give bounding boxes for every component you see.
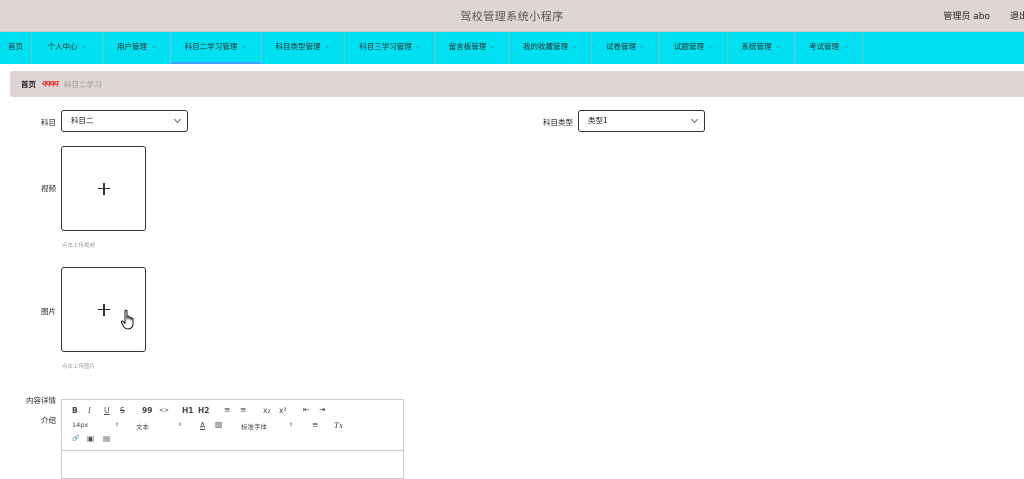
app-title: 驾校管理系统小程序 [460, 10, 564, 23]
breadcrumb: 首页 qqqq 科目二学习 [10, 71, 1024, 97]
logout-link[interactable]: 退出 [1010, 9, 1024, 22]
current-user: 管理员 abo [943, 12, 990, 22]
nav-item-users[interactable]: 用户管理 ⌄ [103, 32, 171, 64]
nav-label: 用户管理 [116, 42, 147, 51]
nav-label: 试卷管理 [605, 42, 636, 51]
background-color-button[interactable]: ▨ [215, 420, 222, 429]
chevron-down-icon: ⌄ [775, 43, 781, 50]
heading2-button[interactable]: H2 [198, 406, 210, 415]
chevron-down-icon: ⌄ [415, 43, 421, 50]
chevron-down-icon: ⌄ [150, 43, 157, 50]
breadcrumb-separator: qqqq [42, 79, 59, 87]
blockquote-button[interactable]: 99 [142, 406, 152, 415]
chevron-down-icon: ⌄ [842, 43, 849, 50]
breadcrumb-home[interactable]: 首页 [21, 79, 36, 90]
chevron-down-icon: ⌄ [241, 43, 247, 50]
top-header: 驾校管理系统小程序 管理员 abo 退出 [0, 0, 1024, 32]
nav-item-system[interactable]: 系统管理 ⌄ [728, 32, 795, 64]
bullet-list-button[interactable]: ≡ [240, 405, 246, 414]
chevron-down-icon: ⌄ [707, 43, 714, 50]
nav-label: 留言板管理 [448, 42, 487, 51]
subject-type-select[interactable]: 类型1 [578, 110, 705, 132]
detail-label: 内容详情 [26, 396, 56, 405]
text-format-value: 文本 [136, 423, 149, 431]
editor-content-area[interactable] [62, 452, 403, 478]
nav-item-home[interactable]: 首页 [0, 32, 32, 64]
nav-label: 系统管理 [741, 42, 772, 51]
nav-item-subject3[interactable]: 科目三学习管理 ⌄ [345, 32, 436, 64]
strike-button[interactable]: S [120, 406, 125, 415]
video-upload-hint: 点击上传视频 [62, 243, 96, 249]
hand-cursor-icon [120, 309, 134, 330]
chevron-updown-icon: ⇕ [178, 422, 183, 428]
nav-item-subject2[interactable]: 科目二学习管理 ⌄ [171, 32, 261, 64]
image-label: 图片 [41, 307, 56, 316]
detail-label-2: 介绍 [41, 416, 56, 425]
subject-type-select-value: 类型1 [588, 116, 608, 125]
nav-label: 科目二学习管理 [184, 42, 238, 51]
chevron-down-icon: ⌄ [81, 43, 87, 50]
plus-icon [103, 183, 105, 195]
nav-label: 科目类型管理 [275, 42, 321, 51]
subject-select-value: 科目二 [71, 116, 94, 125]
font-size-select[interactable]: 14px ⇕ [72, 421, 122, 429]
nav-label: 试题管理 [673, 42, 704, 51]
nav-label: 我的收藏管理 [522, 42, 568, 51]
video-button[interactable]: ▤ [103, 434, 110, 443]
image-button[interactable]: ▣ [87, 434, 94, 443]
underline-button[interactable]: U [104, 406, 110, 415]
italic-button[interactable]: I [88, 406, 91, 415]
nav-item-exams[interactable]: 考试管理 ⌄ [795, 32, 863, 64]
video-label: 视频 [41, 184, 56, 193]
align-button[interactable]: ≡ [312, 420, 318, 429]
chevron-down-icon: ⌄ [571, 43, 578, 50]
nav-item-papers[interactable]: 试卷管理 ⌄ [592, 32, 660, 64]
indent-button[interactable]: ⇥ [319, 405, 325, 414]
nav-item-questions[interactable]: 试题管理 ⌄ [660, 32, 728, 64]
video-upload[interactable] [61, 146, 146, 231]
nav-item-favorites[interactable]: 我的收藏管理 ⌄ [509, 32, 592, 64]
chevron-down-icon [690, 115, 699, 124]
chevron-updown-icon: ⇕ [289, 422, 294, 428]
code-button[interactable]: <> [159, 407, 169, 414]
nav-label: 个人中心 [47, 42, 78, 51]
subscript-button[interactable]: x₂ [263, 406, 270, 415]
text-format-select[interactable]: 文本 ⇕ [136, 421, 186, 431]
chevron-down-icon: ⌄ [490, 43, 496, 50]
chevron-updown-icon: ⇕ [115, 422, 120, 428]
nav-item-subject-type[interactable]: 科目类型管理 ⌄ [261, 32, 345, 64]
ordered-list-button[interactable]: ≡ [224, 405, 230, 414]
image-upload-hint: 点击上传图片 [62, 364, 96, 370]
nav-label: 考试管理 [808, 42, 839, 51]
clear-format-button[interactable]: Tx [334, 421, 343, 430]
link-button[interactable]: 🔗 [72, 435, 79, 442]
font-size-value: 14px [72, 421, 89, 429]
heading1-button[interactable]: H1 [182, 406, 194, 415]
chevron-down-icon [173, 115, 182, 124]
nav-label: 首页 [8, 42, 23, 51]
main-nav: 首页 个人中心 ⌄ 用户管理 ⌄ 科目二学习管理 ⌄ 科目类型管理 ⌄ 科目三学习管理 ⌄… [0, 32, 1024, 64]
plus-icon [103, 304, 105, 316]
rich-text-editor: B I U S 99 <> H1 H2 ≡ ≡ x₂ x² ⇤ ⇥ 14px ⇕… [61, 399, 404, 479]
font-family-select[interactable]: 标准字体 ⇕ [241, 421, 297, 431]
superscript-button[interactable]: x² [279, 406, 286, 415]
chevron-down-icon: ⌄ [639, 43, 646, 50]
nav-item-messages[interactable]: 留言板管理 ⌄ [436, 32, 509, 64]
chevron-down-icon: ⌄ [324, 43, 330, 50]
subject-select[interactable]: 科目二 [61, 110, 188, 132]
outdent-button[interactable]: ⇤ [303, 405, 309, 414]
font-color-button[interactable]: A [200, 421, 205, 430]
bold-button[interactable]: B [72, 406, 78, 415]
editor-toolbar: B I U S 99 <> H1 H2 ≡ ≡ x₂ x² ⇤ ⇥ 14px ⇕… [62, 400, 403, 451]
nav-label: 科目三学习管理 [359, 42, 412, 51]
font-family-value: 标准字体 [241, 423, 267, 431]
nav-item-profile[interactable]: 个人中心 ⌄ [32, 32, 103, 64]
breadcrumb-current: 科目二学习 [64, 80, 102, 89]
subject-type-label: 科目类型 [543, 118, 573, 127]
subject-label: 科目 [41, 118, 56, 127]
